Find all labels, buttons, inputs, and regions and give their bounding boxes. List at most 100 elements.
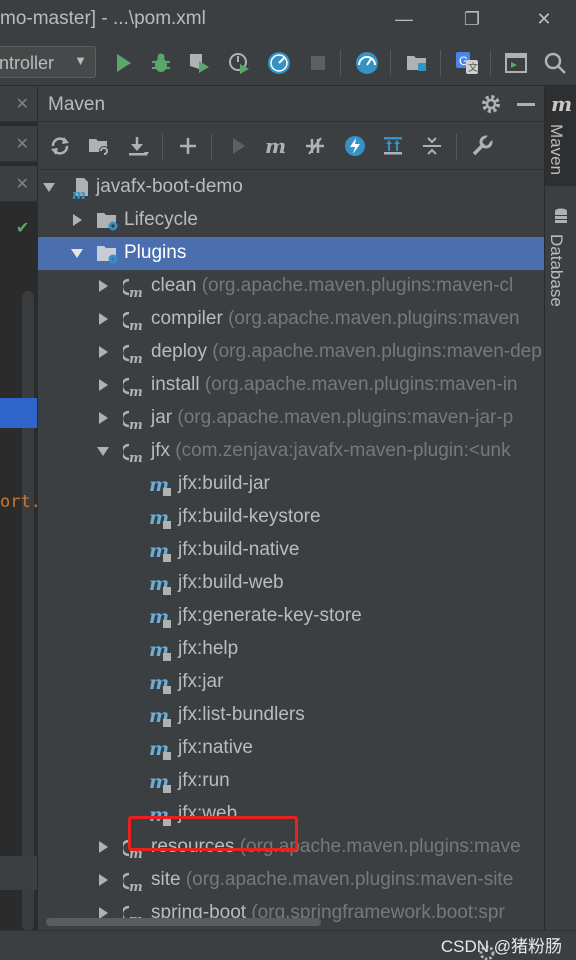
collapsed-arrow-icon[interactable] <box>96 873 110 887</box>
close-icon[interactable]: ✕ <box>16 174 29 194</box>
maven-tool-tab[interactable]: m Maven <box>545 86 576 186</box>
plugin-name: jfx <box>151 440 170 461</box>
editor-selected-line <box>0 398 37 428</box>
tree-item-goal-native[interactable]: m jfx:native <box>38 732 545 765</box>
add-folder-icon[interactable] <box>87 134 111 158</box>
close-icon[interactable]: ✕ <box>16 134 29 154</box>
expanded-arrow-icon[interactable] <box>96 444 110 458</box>
tree-item-label: site (org.apache.maven.plugins:maven-sit… <box>151 869 513 891</box>
run-icon[interactable] <box>226 134 250 158</box>
add-icon[interactable] <box>176 134 200 158</box>
run-configuration-select[interactable]: ntroller ▼ <box>0 46 96 78</box>
stop-icon[interactable] <box>305 50 331 76</box>
debug-icon[interactable] <box>148 50 174 76</box>
watermark-text: CSDN @猪粉肠 <box>440 937 562 956</box>
skip-tests-icon[interactable] <box>343 134 367 158</box>
tree-item-plugin[interactable]: m install (org.apache.maven.plugins:mave… <box>38 369 545 402</box>
minimize-button[interactable]: — <box>390 6 418 32</box>
collapsed-arrow-icon[interactable] <box>96 345 110 359</box>
tree-item-goal[interactable]: m jfx:build-web <box>38 567 545 600</box>
collapsed-arrow-icon[interactable] <box>96 279 110 293</box>
maven-goal-icon[interactable]: m <box>264 134 288 158</box>
speed-icon[interactable] <box>354 50 380 76</box>
maven-panel: Maven m m javafx-boot-demo Lifecycle Plu… <box>37 86 545 960</box>
tree-item-lifecycle[interactable]: Lifecycle <box>38 204 545 237</box>
plugin-coordinates: (org.apache.maven.plugins:maven <box>228 308 520 329</box>
title-bar: mo-master] - ...\pom.xml — ❐ ✕ <box>0 0 576 38</box>
collapsed-arrow-icon[interactable] <box>96 312 110 326</box>
show-dependencies-icon[interactable] <box>381 134 405 158</box>
database-tab-label[interactable]: Database <box>546 234 566 307</box>
horizontal-scrollbar[interactable] <box>46 918 321 926</box>
editor-tab[interactable]: ✕ <box>0 166 37 202</box>
tree-item-label: jfx:build-web <box>178 572 284 593</box>
folder-gear-icon <box>97 246 118 264</box>
coverage-icon[interactable] <box>186 50 212 76</box>
translate-icon[interactable]: G文 <box>454 50 480 76</box>
code-fragment: ort. <box>0 492 41 512</box>
close-button[interactable]: ✕ <box>530 6 558 32</box>
expanded-arrow-icon[interactable] <box>42 180 56 194</box>
tree-item-plugin[interactable]: m jar (org.apache.maven.plugins:maven-ja… <box>38 402 545 435</box>
editor-tab[interactable]: ✕ <box>0 86 37 122</box>
database-icon[interactable] <box>554 208 568 224</box>
tree-item-plugin[interactable]: m compiler (org.apache.maven.plugins:mav… <box>38 303 545 336</box>
svg-text:m: m <box>265 134 286 158</box>
collapsed-arrow-icon[interactable] <box>96 378 110 392</box>
tree-item-goal[interactable]: m jfx:list-bundlers <box>38 699 545 732</box>
tree-item-goal[interactable]: m jfx:build-keystore <box>38 501 545 534</box>
tree-item-label: jfx:jar <box>178 671 224 692</box>
svg-text:m: m <box>72 188 86 200</box>
search-icon[interactable] <box>542 50 568 76</box>
tree-item-label: compiler (org.apache.maven.plugins:maven <box>151 308 520 330</box>
run-icon[interactable] <box>110 50 136 76</box>
expanded-arrow-icon[interactable] <box>70 246 84 260</box>
maven-goal-icon: m <box>149 738 171 760</box>
project-structure-icon[interactable] <box>404 50 430 76</box>
plugin-icon: m <box>123 278 143 299</box>
settings-wrench-icon[interactable] <box>470 134 494 158</box>
tree-item-label: jfx:run <box>178 770 230 791</box>
plugin-name: compiler <box>151 308 223 329</box>
plugin-coordinates: (org.apache.maven.plugins:maven-site <box>185 869 514 890</box>
hide-panel-icon[interactable] <box>517 103 535 106</box>
tree-item-goal[interactable]: m jfx:run <box>38 765 545 798</box>
svg-text:m: m <box>129 451 143 464</box>
collapsed-arrow-icon[interactable] <box>96 411 110 425</box>
toggle-offline-icon[interactable] <box>303 134 327 158</box>
tree-root-project[interactable]: m javafx-boot-demo <box>38 171 545 204</box>
editor-scrollbar[interactable] <box>22 291 34 931</box>
toolbar-separator <box>162 134 163 160</box>
maven-panel-header: Maven <box>38 86 545 122</box>
collapse-all-icon[interactable] <box>420 134 444 158</box>
tree-item-label: deploy (org.apache.maven.plugins:maven-d… <box>151 341 542 363</box>
editor-tab[interactable]: ✕ <box>0 126 37 162</box>
tree-item-plugin[interactable]: m deploy (org.apache.maven.plugins:maven… <box>38 336 545 369</box>
window-title: mo-master] - ...\pom.xml <box>0 8 206 29</box>
svg-text:m: m <box>129 319 143 332</box>
maven-goal-icon: m <box>149 606 171 628</box>
tree-item-goal[interactable]: m jfx:jar <box>38 666 545 699</box>
tree-item-goal[interactable]: m jfx:build-jar <box>38 468 545 501</box>
download-icon[interactable] <box>126 134 150 158</box>
collapsed-arrow-icon[interactable] <box>96 840 110 854</box>
profile-icon[interactable] <box>226 50 252 76</box>
tree-item-plugin-jfx[interactable]: m jfx (com.zenjava:javafx-maven-plugin:<… <box>38 435 545 468</box>
plugin-icon: m <box>123 410 143 431</box>
close-icon[interactable]: ✕ <box>16 94 29 114</box>
tree-item-goal[interactable]: m jfx:generate-key-store <box>38 600 545 633</box>
collapsed-arrow-icon[interactable] <box>70 213 84 227</box>
terminal-icon[interactable] <box>503 50 529 76</box>
tree-item-plugin[interactable]: m site (org.apache.maven.plugins:maven-s… <box>38 864 545 897</box>
gear-icon[interactable] <box>479 92 503 116</box>
tree-item-plugin[interactable]: m clean (org.apache.maven.plugins:maven-… <box>38 270 545 303</box>
timer-icon[interactable] <box>266 50 292 76</box>
tree-item-label: clean (org.apache.maven.plugins:maven-cl <box>151 275 513 297</box>
reload-icon[interactable] <box>48 134 72 158</box>
tree-item-label: install (org.apache.maven.plugins:maven-… <box>151 374 517 396</box>
maven-goal-icon: m <box>149 507 171 529</box>
tree-item-plugins[interactable]: Plugins <box>38 237 545 270</box>
restore-button[interactable]: ❐ <box>458 6 486 32</box>
tree-item-goal[interactable]: m jfx:help <box>38 633 545 666</box>
tree-item-goal[interactable]: m jfx:build-native <box>38 534 545 567</box>
